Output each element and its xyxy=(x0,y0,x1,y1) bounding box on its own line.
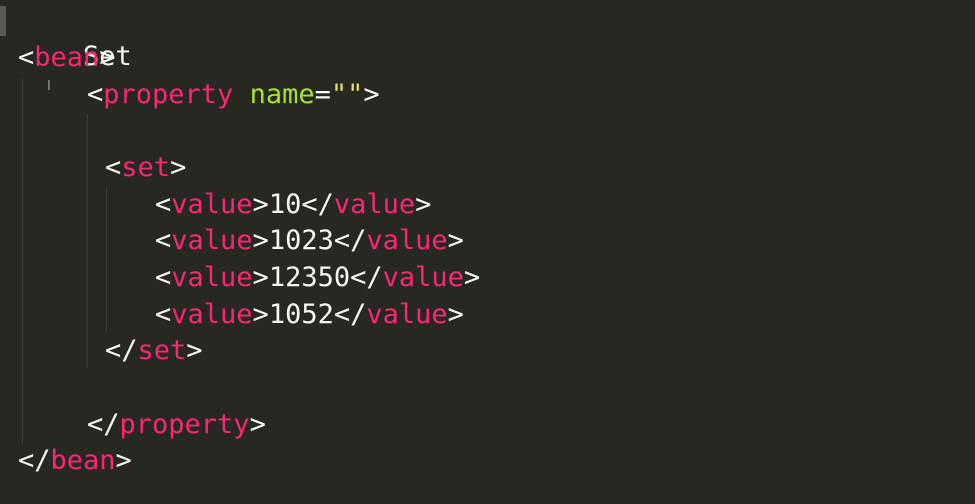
bracket: </ xyxy=(105,335,138,366)
bracket: </ xyxy=(333,299,367,330)
code-line-bean-close[interactable]: </bean> xyxy=(18,443,132,479)
code-line-property-close[interactable]: </property> xyxy=(87,407,266,443)
bracket: > xyxy=(186,335,203,366)
tag-name: value xyxy=(171,299,253,330)
line-caret-marker xyxy=(0,6,6,36)
bracket: </ xyxy=(18,445,51,476)
code-line-set-open[interactable]: <set> xyxy=(105,150,186,186)
tag-name: property xyxy=(119,409,250,440)
code-line-heading[interactable]: Set xyxy=(18,3,132,72)
bracket: > xyxy=(170,152,187,183)
bracket: </ xyxy=(333,225,367,256)
indent-guide xyxy=(22,78,23,444)
bracket: < xyxy=(87,79,104,110)
indent-guide xyxy=(106,187,107,331)
code-line-bean-open[interactable]: <bean> xyxy=(18,40,116,76)
bracket: > xyxy=(252,225,269,256)
tag-name: value xyxy=(171,225,253,256)
bracket: > xyxy=(463,262,481,293)
value-text: 1052 xyxy=(268,299,334,330)
code-editor[interactable]: I Set <bean> <property name=""> <set> <v… xyxy=(0,0,975,504)
bracket: < xyxy=(105,152,122,183)
code-line-value[interactable]: <value>10</value> xyxy=(155,187,431,223)
bracket: > xyxy=(115,445,132,476)
bracket: > xyxy=(447,225,464,256)
tag-name: value xyxy=(382,262,464,293)
bracket: < xyxy=(155,262,172,293)
code-line-value[interactable]: <value>12350</value> xyxy=(155,260,480,296)
bracket: > xyxy=(249,409,266,440)
tag-name: set xyxy=(121,152,171,183)
tag-name: value xyxy=(171,189,253,220)
code-line-set-close[interactable]: </set> xyxy=(105,333,203,369)
bracket: </ xyxy=(350,262,383,293)
bracket: < xyxy=(155,299,172,330)
tag-name: value xyxy=(366,299,448,330)
code-line-value[interactable]: <value>1052</value> xyxy=(155,297,464,333)
tag-name: value xyxy=(171,262,253,293)
bracket: > xyxy=(415,189,432,220)
value-text: 1023 xyxy=(268,225,334,256)
bracket: > xyxy=(447,299,464,330)
tag-name: set xyxy=(137,335,187,366)
tag-name: bean xyxy=(34,42,100,73)
tag-name: property xyxy=(103,79,234,110)
bracket: > xyxy=(99,42,116,73)
bracket: > xyxy=(252,262,269,293)
tag-name: bean xyxy=(50,445,116,476)
bracket: </ xyxy=(87,409,120,440)
indent-guide xyxy=(87,114,88,368)
attribute-name: name xyxy=(249,79,315,110)
bracket: > xyxy=(252,299,269,330)
attribute-value: "" xyxy=(330,79,364,110)
tag-name: value xyxy=(366,225,448,256)
bracket: > xyxy=(363,79,380,110)
bracket: < xyxy=(155,225,172,256)
bracket: </ xyxy=(301,189,334,220)
value-text: 12350 xyxy=(268,262,351,293)
code-line-property-open[interactable]: <property name=""> xyxy=(87,77,380,113)
bracket: > xyxy=(252,189,269,220)
value-text: 10 xyxy=(268,189,302,220)
code-line-value[interactable]: <value>1023</value> xyxy=(155,223,464,259)
tag-name: value xyxy=(333,189,416,220)
equals-sign: = xyxy=(314,79,331,110)
bracket: < xyxy=(18,42,35,73)
bracket: < xyxy=(155,189,172,220)
